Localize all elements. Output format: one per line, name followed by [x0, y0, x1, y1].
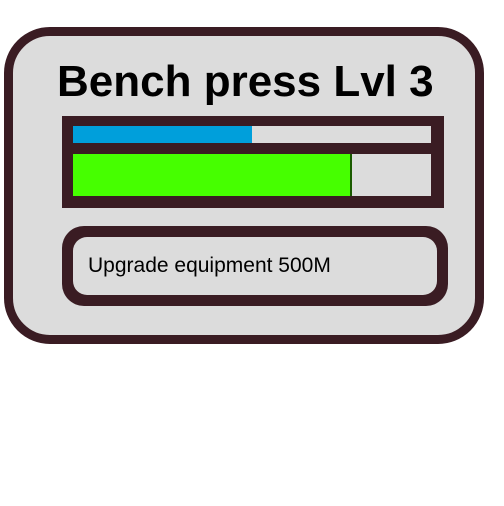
top-progress-fill: [73, 126, 252, 143]
upgrade-button-label: Upgrade equipment 500M: [88, 254, 331, 277]
card-title: Bench press Lvl 3: [57, 57, 434, 106]
bench-press-card: Bench press Lvl 3 Upgrade equipment 500M: [4, 27, 484, 344]
bottom-progress-track: [73, 154, 431, 196]
upgrade-equipment-button[interactable]: Upgrade equipment 500M: [62, 226, 448, 306]
upgrade-button-face[interactable]: Upgrade equipment 500M: [73, 237, 437, 295]
bottom-progress-fill: [73, 154, 353, 196]
progress-bars-frame: [62, 116, 444, 208]
top-progress-track: [73, 126, 431, 143]
